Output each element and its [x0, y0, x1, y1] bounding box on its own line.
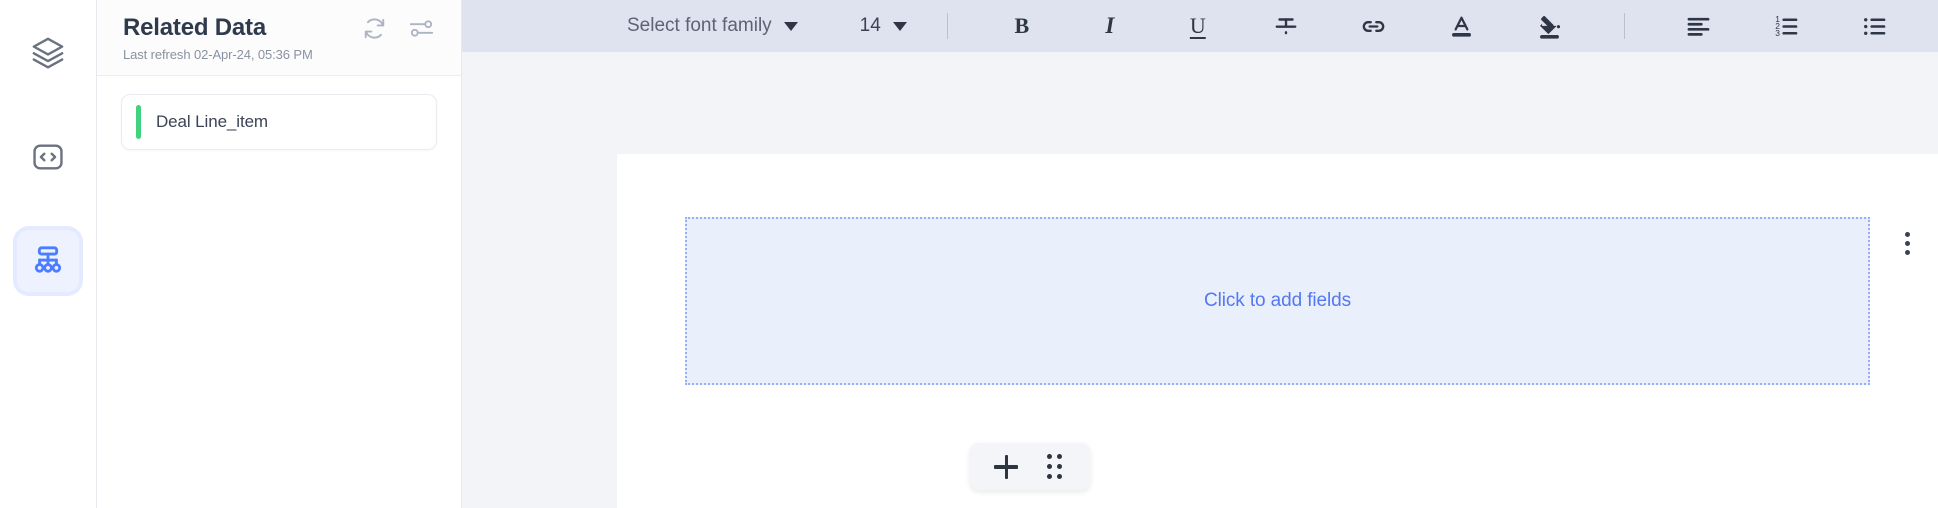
add-fields-label: Click to add fields [1203, 290, 1351, 311]
text-color-button[interactable] [1439, 6, 1485, 46]
sidebar-item-layers[interactable] [17, 22, 79, 84]
last-refresh-label: Last refresh 02-Apr-24, 05:36 PM [123, 47, 313, 62]
toolbar-divider [1623, 13, 1625, 39]
related-data-header-actions [361, 15, 435, 42]
drag-handle-icon [1046, 454, 1062, 479]
list-item[interactable]: Deal Line_item [121, 94, 437, 150]
underline-button[interactable]: U [1175, 6, 1221, 46]
sidebar-item-hierarchy[interactable] [17, 230, 79, 292]
drag-block-handle[interactable] [1034, 448, 1074, 486]
text-color-icon [1448, 13, 1475, 40]
layers-icon [31, 36, 65, 70]
align-left-button[interactable] [1676, 6, 1722, 46]
formatting-toolbar: Select font family 14 B I U 1 2 3 [462, 0, 1938, 52]
italic-button[interactable]: I [1087, 6, 1133, 46]
sliders-icon[interactable] [408, 15, 435, 42]
font-family-select[interactable]: Select font family [617, 15, 808, 37]
document-sheet: Click to add fields [617, 154, 1938, 508]
kebab-dot [1904, 249, 1910, 255]
strikethrough-icon [1273, 13, 1299, 39]
unordered-list-button[interactable] [1852, 6, 1898, 46]
related-data-header: Related Data Last refresh 02-Apr-24, 05:… [97, 0, 461, 76]
font-family-label: Select font family [627, 15, 772, 36]
bold-button[interactable]: B [999, 6, 1045, 46]
ordered-list-button[interactable]: 1 2 3 [1764, 6, 1810, 46]
fill-color-icon [1536, 13, 1563, 40]
ordered-list-icon: 1 2 3 [1773, 13, 1800, 40]
font-size-label: 14 [859, 15, 881, 36]
related-data-panel: Related Data Last refresh 02-Apr-24, 05:… [97, 0, 462, 508]
strikethrough-button[interactable] [1263, 6, 1309, 46]
align-left-icon [1685, 13, 1712, 40]
main-editor: Select font family 14 B I U 1 2 3 Click … [462, 0, 1938, 508]
code-icon [31, 140, 65, 174]
related-data-header-row: Related Data [123, 14, 435, 42]
refresh-icon[interactable] [361, 15, 388, 42]
sidebar-item-code[interactable] [17, 126, 79, 188]
block-add-toolbar [970, 443, 1090, 490]
font-size-select[interactable]: 14 [850, 15, 917, 37]
page-title: Related Data [123, 14, 266, 41]
add-icon [994, 454, 1018, 479]
related-data-list: Deal Line_item [97, 76, 461, 508]
toolbar-divider [946, 13, 948, 39]
more-options-icon[interactable] [1894, 226, 1920, 260]
kebab-dot [1904, 240, 1910, 246]
add-fields-dropzone[interactable]: Click to add fields [685, 217, 1870, 385]
app-root: Related Data Last refresh 02-Apr-24, 05:… [0, 0, 1938, 508]
kebab-dot [1904, 231, 1910, 237]
list-item-label: Deal Line_item [156, 112, 268, 131]
chevron-down-icon [783, 21, 798, 31]
hierarchy-icon [30, 243, 66, 279]
chevron-down-icon [892, 21, 907, 31]
fill-color-button[interactable] [1527, 6, 1573, 46]
editor-canvas: Click to add fields [462, 52, 1938, 508]
link-button[interactable] [1351, 6, 1397, 46]
svg-text:3: 3 [1776, 28, 1781, 38]
add-block-button[interactable] [986, 448, 1026, 486]
canvas-gutter [462, 52, 617, 508]
link-icon [1360, 13, 1387, 40]
left-icon-rail [0, 0, 97, 508]
unordered-list-icon [1861, 13, 1888, 40]
